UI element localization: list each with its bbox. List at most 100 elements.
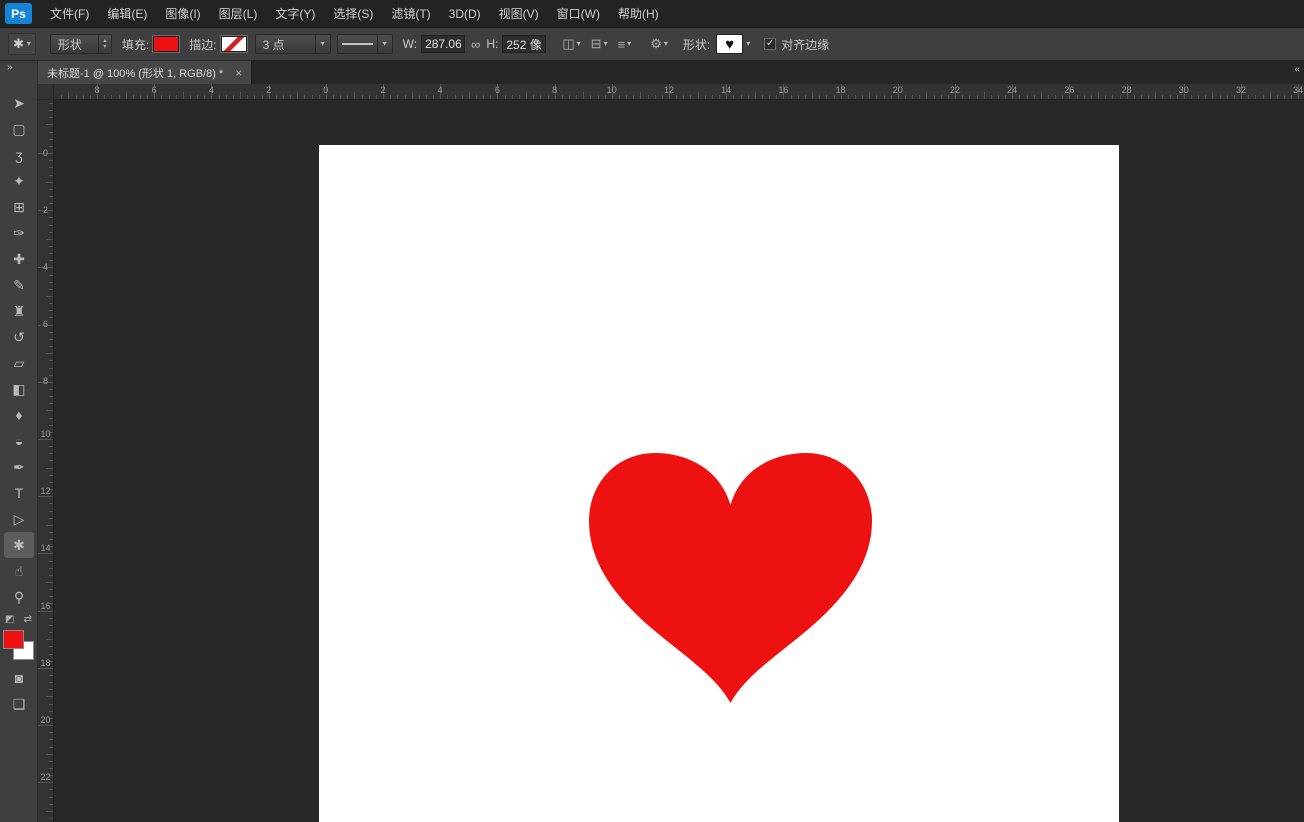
screen-mode-button[interactable]: ❏	[0, 691, 38, 717]
link-dimensions-icon[interactable]: ∞	[471, 37, 480, 52]
menu-image[interactable]: 图像(I)	[156, 0, 209, 28]
menu-window[interactable]: 窗口(W)	[548, 0, 609, 28]
menu-file[interactable]: 文件(F)	[41, 0, 98, 28]
width-input[interactable]	[421, 35, 465, 53]
move-tool[interactable]: ➤	[0, 90, 38, 116]
ruler-label: 22	[941, 85, 969, 95]
foreground-color-swatch[interactable]	[3, 630, 24, 649]
fill-color-swatch[interactable]	[153, 36, 179, 52]
toolbar: » ➤ ▢ ʒ ✦ ⊞ ✑ ✚ ✎ ♜ ↺ ▱ ◧ ♦ ◒ ✒ T ▷ ✱ ☝ …	[0, 61, 38, 822]
ruler-tick	[819, 95, 820, 99]
ruler-tick	[126, 92, 127, 99]
eyedropper-tool[interactable]: ✑	[0, 220, 38, 246]
ruler-tick	[254, 95, 255, 99]
crop-tool[interactable]: ⊞	[0, 194, 38, 220]
geometry-options-button[interactable]: ⚙ ▾	[650, 36, 668, 52]
clone-stamp-tool[interactable]: ♜	[0, 298, 38, 324]
menu-view[interactable]: 视图(V)	[490, 0, 548, 28]
menu-select[interactable]: 选择(S)	[324, 0, 382, 28]
stroke-width-input[interactable]: 3 点 ▾	[255, 34, 331, 54]
tool-mode-select[interactable]: 形状 ▴ ▾	[50, 34, 112, 54]
default-colors-icon[interactable]: ◩	[5, 614, 14, 625]
custom-shape-tool[interactable]: ✱	[4, 532, 34, 558]
path-operations-button[interactable]: ◫ ▾	[562, 36, 580, 52]
ruler-label: 18	[39, 659, 52, 668]
gradient-tool[interactable]: ◧	[0, 376, 38, 402]
chevron-down-icon[interactable]: ▾	[315, 35, 330, 53]
history-brush-tool[interactable]: ↺	[0, 324, 38, 350]
hand-tool[interactable]: ☝	[0, 558, 38, 584]
ruler-tick	[49, 646, 53, 647]
heart-shape[interactable]	[587, 453, 874, 705]
height-input[interactable]	[502, 35, 546, 53]
ruler-tick	[49, 532, 53, 533]
ruler-tick	[1084, 95, 1085, 99]
swap-colors-icon[interactable]: ⇄	[24, 614, 32, 625]
ruler-tick	[333, 95, 334, 99]
chevron-down-icon[interactable]: ▾	[377, 35, 392, 53]
path-selection-tool[interactable]: ▷	[0, 506, 38, 532]
align-edges-checkbox[interactable]: ✓ 对齐边缘	[764, 36, 829, 53]
pen-tool[interactable]: ✒	[0, 454, 38, 480]
spot-healing-brush-tool[interactable]: ✚	[0, 246, 38, 272]
ruler-origin-corner[interactable]	[38, 84, 54, 100]
horizontal-ruler[interactable]: 86420246810121416182022242628303234	[38, 84, 1304, 100]
vertical-ruler[interactable]: 0246810121416182022	[38, 100, 54, 822]
chevron-down-glyph: ▾	[321, 40, 325, 48]
path-alignment-button[interactable]: ⊟ ▾	[591, 36, 608, 52]
brush-tool[interactable]: ✎	[0, 272, 38, 298]
menu-help[interactable]: 帮助(H)	[609, 0, 668, 28]
quick-mask-button[interactable]: ◙	[0, 665, 38, 691]
zoom-tool[interactable]: ⚲	[0, 584, 38, 610]
tab-close-icon[interactable]: ×	[235, 66, 242, 80]
ruler-tick	[533, 95, 534, 99]
ruler-tick	[876, 95, 877, 99]
document-tab[interactable]: 未标题-1 @ 100% (形状 1, RGB/8) * ×	[38, 61, 252, 84]
lasso-tool[interactable]: ʒ	[0, 142, 38, 168]
ruler-tick	[49, 446, 53, 447]
ruler-tick	[419, 95, 420, 99]
ruler-label: 0	[312, 85, 340, 95]
stroke-color-swatch[interactable]	[221, 36, 247, 52]
panel-collapse-button[interactable]: «	[1294, 64, 1300, 75]
menu-type[interactable]: 文字(Y)	[266, 0, 324, 28]
ruler-tick	[476, 95, 477, 99]
ruler-tick	[49, 453, 53, 454]
toolbar-collapse-button[interactable]: »	[0, 61, 37, 76]
eraser-tool[interactable]: ▱	[0, 350, 38, 376]
ruler-label: 6	[483, 85, 511, 95]
rectangular-marquee-tool[interactable]: ▢	[0, 116, 38, 142]
stroke-style-select[interactable]: ▾	[337, 34, 393, 54]
canvas-area[interactable]	[54, 100, 1304, 822]
ruler-tick	[49, 711, 53, 712]
ruler-label: 6	[39, 320, 52, 329]
options-bar: ✱ ▾ 形状 ▴ ▾ 填充: 描边: 3 点 ▾ ▾ W: ∞ H: ◫ ▾	[0, 28, 1304, 61]
ruler-tick	[719, 95, 720, 99]
menu-edit[interactable]: 编辑(E)	[98, 0, 156, 28]
document-canvas[interactable]	[319, 145, 1119, 822]
ruler-tick	[49, 511, 53, 512]
ruler-tick	[49, 396, 53, 397]
ruler-label: 20	[39, 716, 52, 725]
ruler-tick	[1091, 95, 1092, 99]
ruler-tick	[1148, 95, 1149, 99]
path-arrange-button[interactable]: ≡ ▾	[618, 37, 632, 52]
menu-3d[interactable]: 3D(D)	[440, 0, 490, 28]
tool-preset-picker[interactable]: ✱ ▾	[8, 33, 36, 55]
ruler-tick	[483, 95, 484, 99]
dodge-tool[interactable]: ◒	[0, 428, 38, 454]
ruler-label: 8	[83, 85, 111, 95]
ruler-tick	[1055, 95, 1056, 99]
ruler-tick	[347, 95, 348, 99]
quick-selection-tool[interactable]: ✦	[0, 168, 38, 194]
type-tool[interactable]: T	[0, 480, 38, 506]
menu-filter[interactable]: 滤镜(T)	[382, 0, 439, 28]
ruler-tick	[926, 92, 927, 99]
ruler-tick	[49, 654, 53, 655]
menu-layer[interactable]: 图层(L)	[210, 0, 267, 28]
ruler-tick	[562, 95, 563, 99]
ruler-tick	[49, 260, 53, 261]
ruler-tick	[447, 95, 448, 99]
blur-tool[interactable]: ♦	[0, 402, 38, 428]
shape-picker[interactable]: ♥ ▾	[716, 34, 750, 54]
